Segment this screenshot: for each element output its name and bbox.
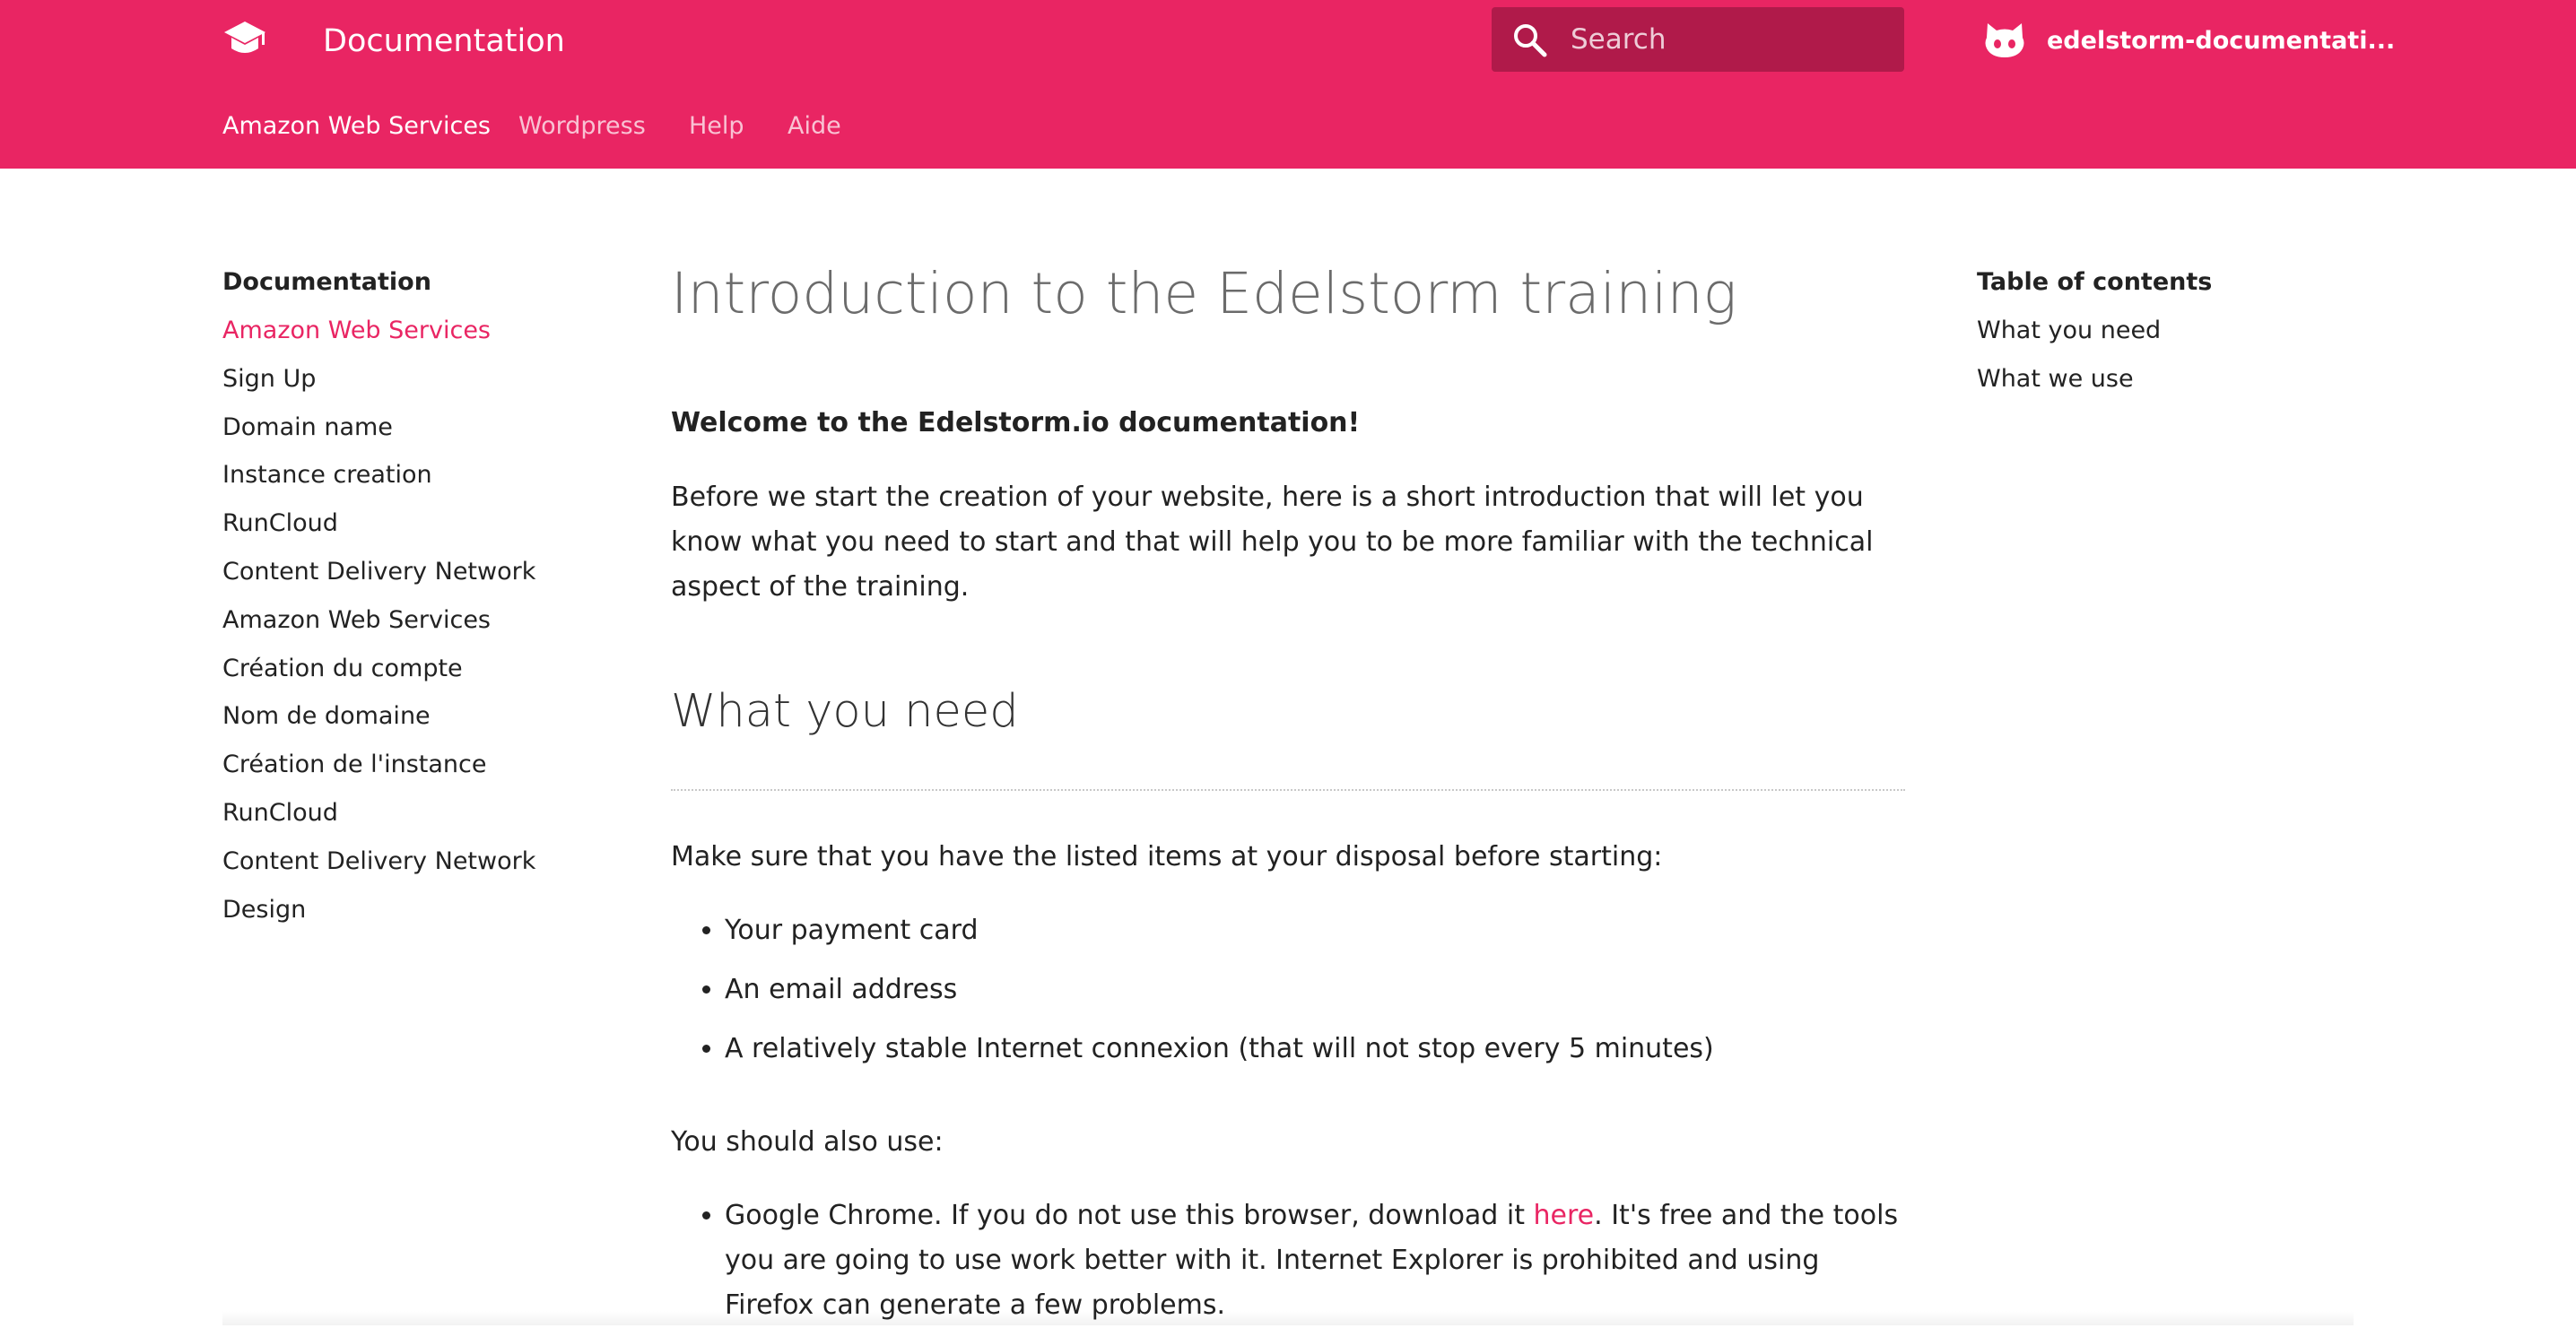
sidebar-item-amazon-web-services-fr[interactable]: Amazon Web Services [222, 600, 599, 648]
bottom-shadow [222, 1311, 2354, 1325]
toc-title: Table of contents [1977, 268, 2213, 296]
sidebar-item-design[interactable]: Design [222, 890, 599, 938]
chrome-text-before: Google Chrome. If you do not use this br… [725, 1200, 1534, 1231]
need-intro-paragraph: Make sure that you have the listed items… [671, 841, 1663, 872]
tab-aide[interactable]: Aide [788, 106, 841, 147]
section-heading-what-you-need: What you need [671, 685, 1019, 738]
list-item: An email address [725, 968, 1714, 1012]
top-header: Documentation edelstorm-documentati... A… [0, 0, 2576, 169]
sidebar-item-content-delivery-network[interactable]: Content Delivery Network [222, 551, 599, 600]
page-title: Introduction to the Edelstorm training [671, 261, 1737, 326]
tab-wordpress[interactable]: Wordpress [518, 106, 646, 147]
sidebar-item-content-delivery-network-fr[interactable]: Content Delivery Network [222, 841, 599, 890]
site-title[interactable]: Documentation [323, 22, 565, 61]
table-of-contents: Table of contents What you need What we … [1977, 262, 2336, 407]
sidebar-item-creation-du-compte[interactable]: Création du compte [222, 648, 599, 697]
needs-list: Your payment card An email address A rel… [671, 908, 1714, 1086]
sidebar-item-runcloud[interactable]: RunCloud [222, 503, 599, 551]
list-item: Google Chrome. If you do not use this br… [725, 1193, 1905, 1328]
sidebar-item-sign-up[interactable]: Sign Up [222, 359, 599, 407]
list-item: A relatively stable Internet connexion (… [725, 1027, 1714, 1072]
sidebar-nav: Documentation Amazon Web Services Sign U… [222, 262, 599, 937]
section-divider [671, 789, 1905, 791]
sidebar-item-nom-de-domaine[interactable]: Nom de domaine [222, 696, 599, 744]
list-item: Your payment card [725, 908, 1714, 953]
tab-help[interactable]: Help [689, 106, 744, 147]
search-box[interactable] [1492, 7, 1904, 72]
tab-amazon-web-services[interactable]: Amazon Web Services [222, 106, 491, 147]
sidebar-item-domain-name[interactable]: Domain name [222, 407, 599, 456]
sidebar-item-instance-creation[interactable]: Instance creation [222, 455, 599, 503]
toc-item-what-you-need[interactable]: What you need [1977, 310, 2336, 359]
sidebar-item-amazon-web-services[interactable]: Amazon Web Services [222, 310, 599, 359]
welcome-text: Welcome to the Edelstorm.io documentatio… [671, 407, 1361, 438]
sidebar-title: Documentation [222, 268, 431, 296]
tools-list: Google Chrome. If you do not use this br… [671, 1193, 1905, 1328]
search-input[interactable] [1571, 7, 1884, 72]
repository-link[interactable]: edelstorm-documentati... [2047, 23, 2395, 59]
search-icon [1511, 22, 1549, 59]
chrome-download-link[interactable]: here [1534, 1200, 1595, 1231]
toc-item-what-we-use[interactable]: What we use [1977, 359, 2336, 407]
also-use-paragraph: You should also use: [671, 1126, 944, 1158]
github-cat-icon[interactable] [1982, 20, 2027, 61]
sidebar-item-runcloud-fr[interactable]: RunCloud [222, 793, 599, 841]
intro-paragraph: Before we start the creation of your web… [671, 482, 1874, 603]
graduation-cap-icon[interactable] [222, 20, 267, 61]
sidebar-item-creation-de-l-instance[interactable]: Création de l'instance [222, 744, 599, 793]
